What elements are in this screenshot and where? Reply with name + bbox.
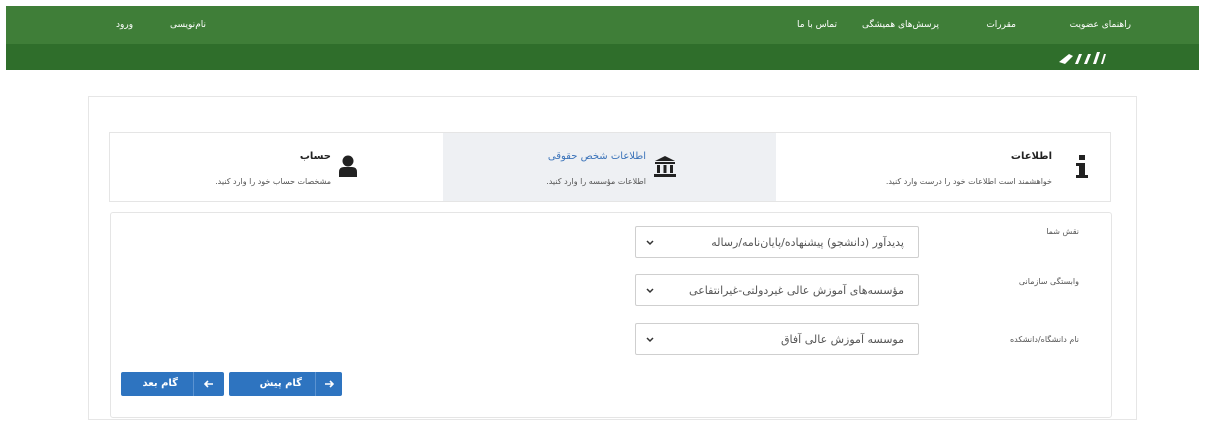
previous-step-label: گام پیش [259, 378, 302, 389]
step-info: اطلاعات خواهشمند است اطلاعات خود را درست… [776, 133, 1110, 201]
button-divider [193, 372, 194, 396]
step-legal-entity: اطلاعات شخص حقوقی اطلاعات مؤسسه را وارد … [443, 133, 776, 201]
chevron-down-icon [646, 288, 654, 294]
nav-link-contact[interactable]: تماس با ما [797, 6, 837, 44]
site-logo[interactable] [1057, 48, 1107, 68]
info-icon [1076, 155, 1088, 178]
brand-bar [6, 44, 1199, 70]
user-icon [339, 155, 357, 177]
step-account-desc: مشخصات حساب خود را وارد کنید. [215, 177, 331, 186]
university-select-value: موسسه آموزش عالی آفاق [781, 333, 904, 346]
nav-link-regulations[interactable]: مقررات [986, 6, 1016, 44]
affiliation-label: وابستگی سازمانی [1018, 277, 1079, 286]
next-step-label: گام بعد [142, 378, 178, 389]
nav-link-login[interactable]: ورود [116, 6, 133, 44]
role-select-value: پدیدآور (دانشجو) پیشنهاده/پایان‌نامه/رسا… [711, 236, 904, 249]
previous-step-button[interactable]: گام پیش [229, 372, 342, 396]
institution-icon [654, 156, 676, 177]
step-legal-entity-desc: اطلاعات مؤسسه را وارد کنید. [546, 177, 646, 186]
university-label: نام دانشگاه/دانشکده [1009, 335, 1079, 344]
affiliation-select[interactable]: مؤسسه‌های آموزش عالی غیردولتی-غیرانتفاعی [635, 274, 919, 306]
step-account: حساب مشخصات حساب خود را وارد کنید. [110, 133, 443, 201]
top-navbar: راهنمای عضویت مقررات پرسش‌های همیشگی تما… [6, 6, 1199, 45]
arrow-left-icon [204, 380, 213, 388]
step-info-desc: خواهشمند است اطلاعات خود را درست وارد کن… [885, 177, 1052, 186]
affiliation-select-value: مؤسسه‌های آموزش عالی غیردولتی-غیرانتفاعی [689, 284, 904, 297]
chevron-down-icon [646, 240, 654, 246]
chevron-down-icon [646, 337, 654, 343]
role-label: نقش شما [1046, 227, 1079, 236]
step-account-title: حساب [299, 151, 331, 162]
nav-link-faq[interactable]: پرسش‌های همیشگی [862, 6, 939, 44]
wizard-steps: اطلاعات خواهشمند است اطلاعات خود را درست… [109, 132, 1111, 202]
nav-link-register[interactable]: نام‌نویسی [170, 6, 206, 44]
nav-link-membership-guide[interactable]: راهنمای عضویت [1070, 6, 1131, 44]
step-info-title: اطلاعات [1010, 151, 1052, 162]
role-select[interactable]: پدیدآور (دانشجو) پیشنهاده/پایان‌نامه/رسا… [635, 226, 919, 258]
next-step-button[interactable]: گام بعد [121, 372, 224, 396]
university-select[interactable]: موسسه آموزش عالی آفاق [635, 323, 919, 355]
arrow-right-icon [325, 380, 334, 388]
button-divider [315, 372, 316, 396]
step-legal-entity-title: اطلاعات شخص حقوقی [547, 151, 646, 162]
